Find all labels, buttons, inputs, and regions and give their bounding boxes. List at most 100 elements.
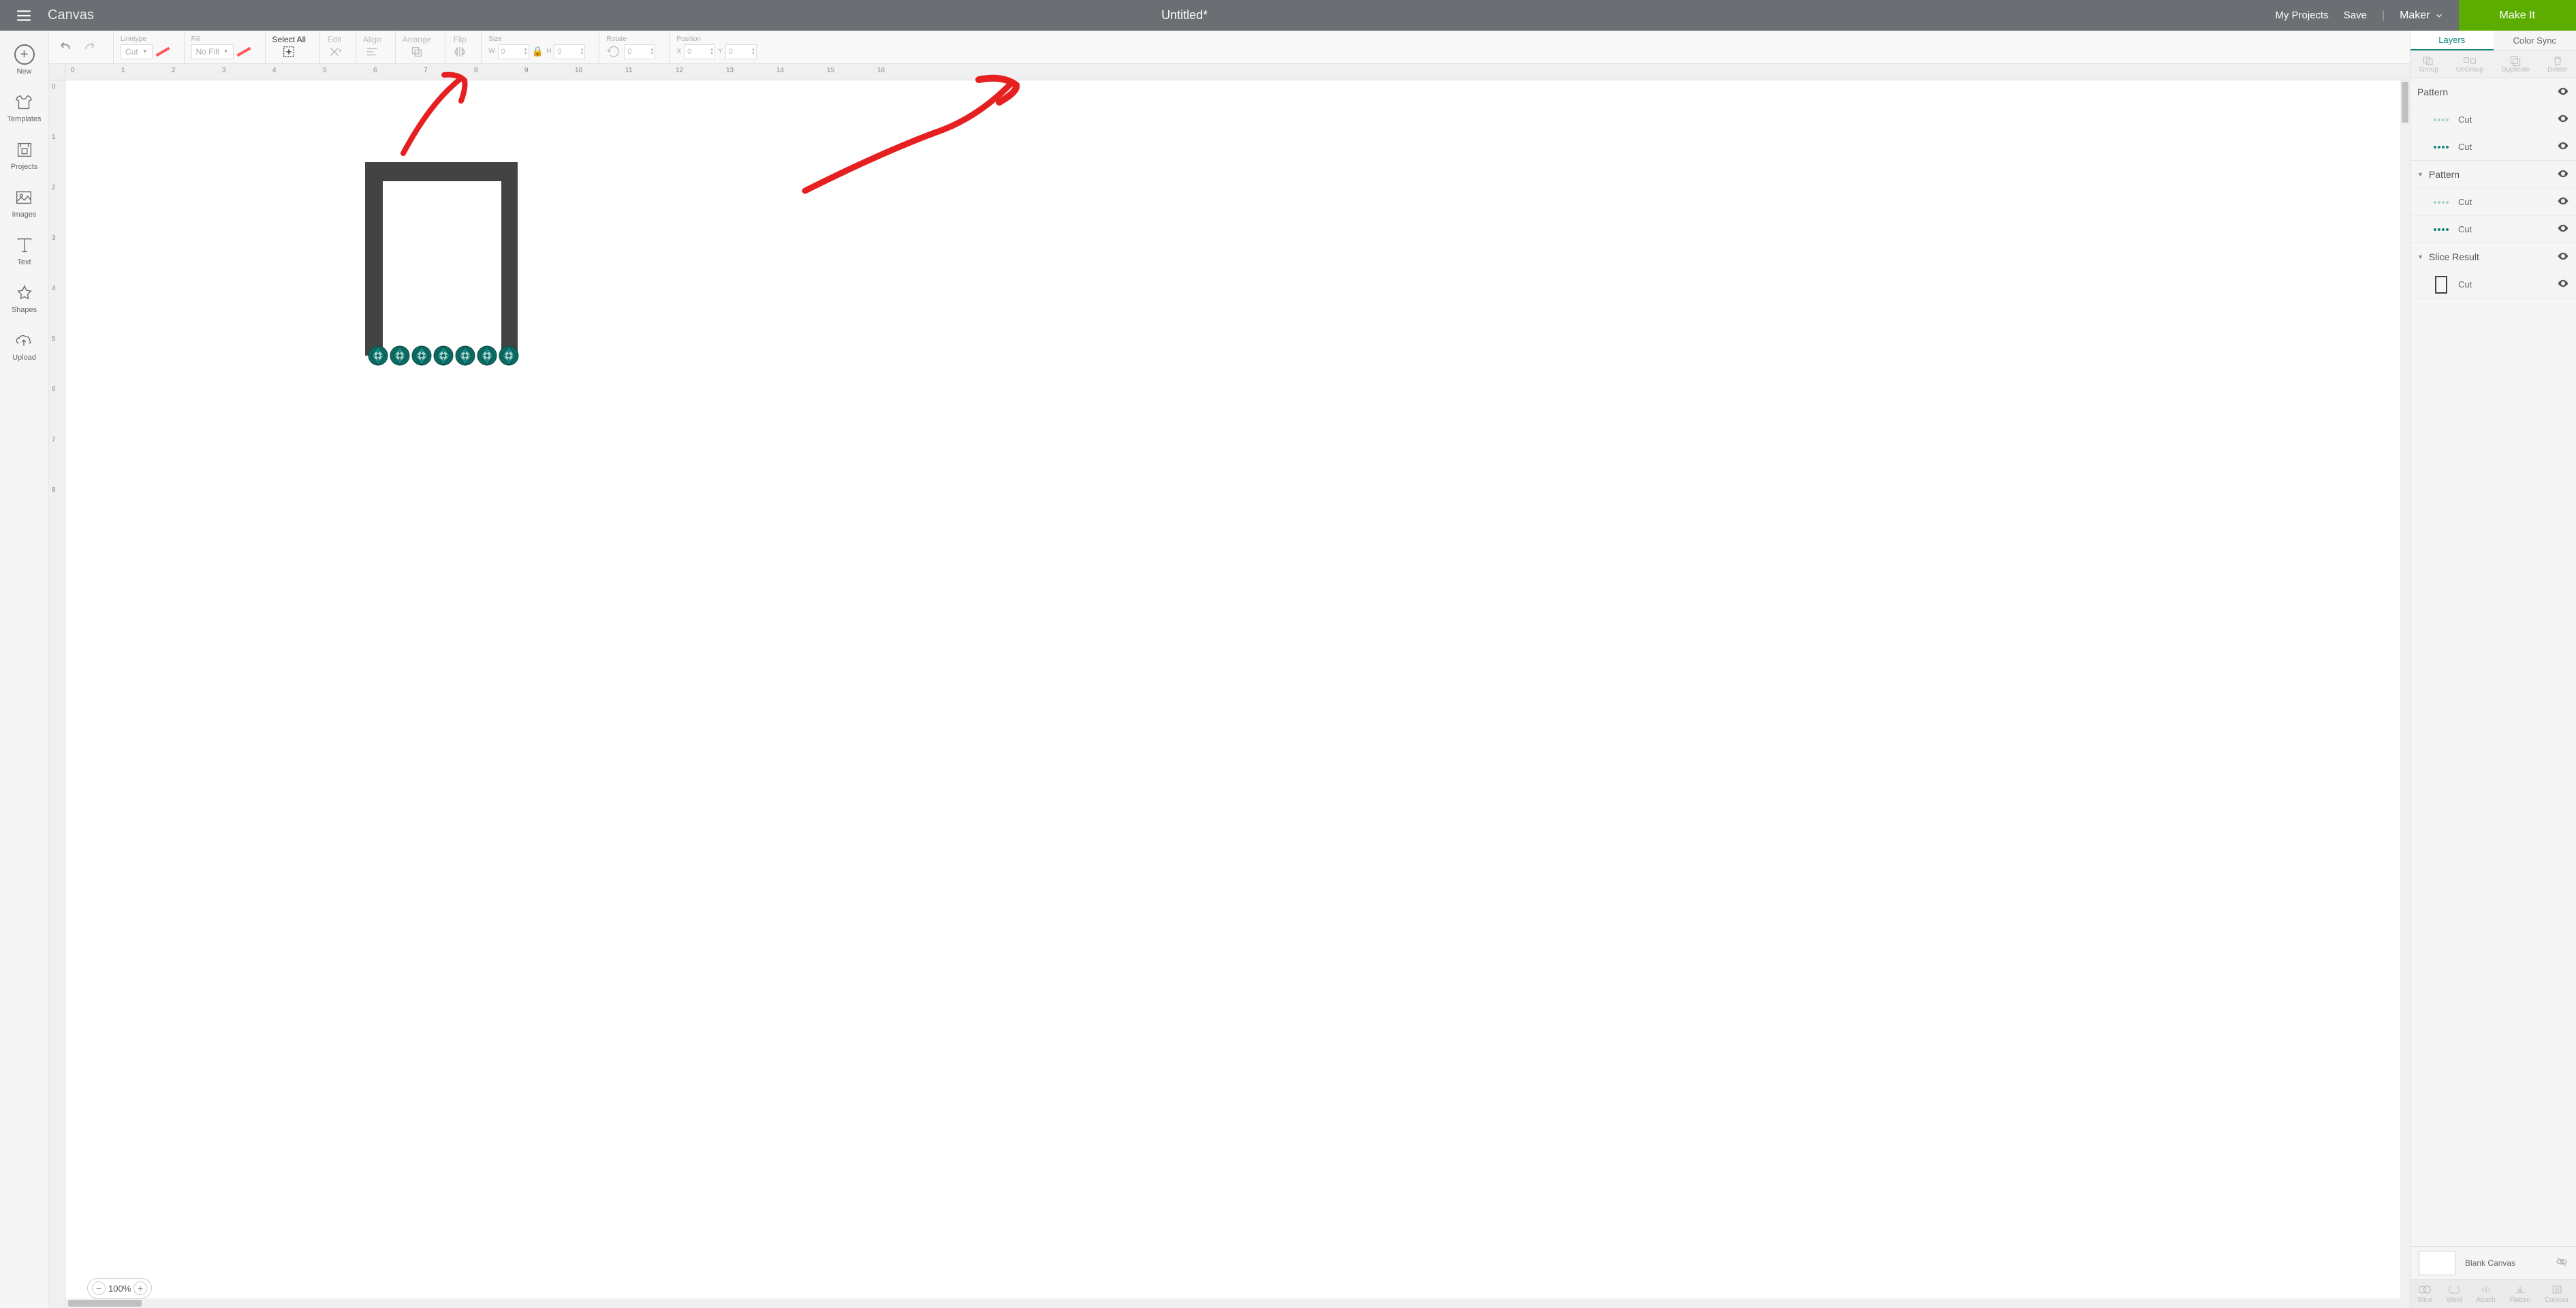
upload-label: Upload bbox=[12, 354, 36, 362]
app-title: Canvas bbox=[48, 7, 94, 23]
ruler-tick: 6 bbox=[373, 67, 377, 74]
sublayer[interactable]: Cut bbox=[2410, 106, 2576, 133]
eye-icon[interactable] bbox=[2557, 277, 2569, 292]
flip-group: Flip bbox=[445, 31, 474, 63]
y-input[interactable]: 0▲▼ bbox=[725, 44, 757, 59]
templates-button[interactable]: Templates bbox=[7, 87, 41, 129]
eye-off-icon[interactable] bbox=[2556, 1256, 2568, 1271]
layer-header[interactable]: ▼Pattern bbox=[2410, 161, 2576, 188]
align-icon[interactable] bbox=[364, 44, 379, 59]
ruler-tick: 3 bbox=[222, 67, 226, 74]
eye-icon[interactable] bbox=[2557, 168, 2569, 182]
x-input[interactable]: 0▲▼ bbox=[684, 44, 715, 59]
medallion-icon bbox=[411, 342, 433, 369]
eye-icon[interactable] bbox=[2557, 195, 2569, 209]
eye-icon[interactable] bbox=[2557, 140, 2569, 154]
canvas-area: 012345678910111213141516 012345678 bbox=[49, 64, 2410, 1308]
lock-icon[interactable]: 🔒 bbox=[532, 46, 544, 57]
y-label: Y bbox=[718, 48, 723, 55]
select-all-button[interactable]: Select All bbox=[272, 35, 306, 44]
menu-icon[interactable] bbox=[0, 7, 48, 25]
sublayer[interactable]: Cut bbox=[2410, 215, 2576, 243]
linetype-value: Cut bbox=[125, 47, 138, 57]
projects-button[interactable]: Projects bbox=[11, 134, 38, 176]
sublayer[interactable]: Cut bbox=[2410, 188, 2576, 215]
flatten-button[interactable]: Flatten bbox=[2510, 1284, 2531, 1304]
rotate-icon bbox=[606, 44, 621, 59]
sublayer-label: Cut bbox=[2458, 224, 2472, 234]
ungroup-button[interactable]: UnGroup bbox=[2456, 55, 2484, 74]
flip-icon[interactable] bbox=[452, 44, 467, 59]
tab-color-sync[interactable]: Color Sync bbox=[2494, 31, 2576, 50]
linetype-label: Linetype bbox=[121, 35, 170, 43]
eye-icon[interactable] bbox=[2557, 112, 2569, 127]
layer-header[interactable]: ▼Slice Result bbox=[2410, 243, 2576, 270]
ruler-tick: 12 bbox=[676, 67, 683, 74]
linetype-select[interactable]: Cut▼ bbox=[121, 44, 153, 59]
fill-swatch[interactable] bbox=[236, 46, 251, 56]
text-button[interactable]: Text bbox=[14, 230, 35, 272]
chevron-down-icon bbox=[2434, 11, 2444, 20]
canvas-name: Blank Canvas bbox=[2465, 1258, 2546, 1268]
redo-icon[interactable] bbox=[80, 40, 99, 54]
tab-layers[interactable]: Layers bbox=[2410, 31, 2494, 50]
height-input[interactable]: 0▲▼ bbox=[554, 44, 585, 59]
my-projects-link[interactable]: My Projects bbox=[2275, 10, 2328, 21]
canvas[interactable]: − 100% + bbox=[65, 80, 2410, 1308]
w-value: 0 bbox=[501, 48, 505, 56]
ungroup-label: UnGroup bbox=[2456, 66, 2484, 74]
text-icon bbox=[14, 235, 35, 255]
delete-button[interactable]: Delete bbox=[2547, 55, 2567, 74]
make-it-button[interactable]: Make It bbox=[2459, 0, 2576, 31]
images-button[interactable]: Images bbox=[12, 182, 36, 224]
fill-select[interactable]: No Fill▼ bbox=[191, 44, 234, 59]
scrollbar-vertical[interactable] bbox=[2400, 80, 2410, 1298]
new-label: New bbox=[16, 67, 31, 76]
new-button[interactable]: + New bbox=[14, 39, 35, 81]
width-input[interactable]: 0▲▼ bbox=[498, 44, 529, 59]
undo-icon[interactable] bbox=[56, 40, 75, 54]
sublayer[interactable]: Cut bbox=[2410, 270, 2576, 298]
scrollbar-horizontal[interactable] bbox=[65, 1298, 2410, 1308]
templates-label: Templates bbox=[7, 115, 41, 123]
fill-label: Fill bbox=[191, 35, 251, 43]
layer-header[interactable]: Pattern bbox=[2410, 78, 2576, 106]
arrange-icon[interactable] bbox=[409, 44, 424, 59]
zoom-in-button[interactable]: + bbox=[133, 1281, 147, 1295]
zoom-out-button[interactable]: − bbox=[92, 1281, 106, 1295]
upload-button[interactable]: Upload bbox=[12, 325, 36, 367]
sublayer[interactable]: Cut bbox=[2410, 133, 2576, 160]
blank-canvas-row[interactable]: Blank Canvas bbox=[2410, 1247, 2576, 1279]
sublayer-label: Cut bbox=[2458, 114, 2472, 125]
contour-button[interactable]: Contour bbox=[2545, 1284, 2569, 1304]
ruler-tick: 5 bbox=[52, 335, 56, 343]
group-button[interactable]: Group bbox=[2419, 55, 2438, 74]
align-label: Align bbox=[363, 35, 381, 44]
rotate-input[interactable]: 0▲▼ bbox=[624, 44, 655, 59]
ruler-tick: 0 bbox=[71, 67, 75, 74]
machine-selector[interactable]: Maker bbox=[2400, 10, 2443, 22]
x-label: X bbox=[676, 48, 681, 55]
shapes-button[interactable]: Shapes bbox=[12, 277, 37, 320]
document-title[interactable]: Untitled* bbox=[94, 8, 2276, 22]
duplicate-button[interactable]: Duplicate bbox=[2501, 55, 2530, 74]
eye-icon[interactable] bbox=[2557, 222, 2569, 236]
medallion-icon bbox=[498, 342, 520, 369]
weld-button[interactable]: Weld bbox=[2447, 1284, 2462, 1304]
save-button[interactable]: Save bbox=[2344, 10, 2367, 21]
ruler-tick: 2 bbox=[172, 67, 176, 74]
eye-icon[interactable] bbox=[2557, 250, 2569, 264]
tshirt-icon bbox=[14, 92, 34, 112]
edit-icon[interactable] bbox=[327, 44, 342, 59]
layer-group: Pattern Cut Cut bbox=[2410, 78, 2576, 161]
frame-object[interactable] bbox=[365, 162, 518, 356]
attach-button[interactable]: Attach bbox=[2476, 1284, 2495, 1304]
eye-icon[interactable] bbox=[2557, 85, 2569, 99]
slice-button[interactable]: Slice bbox=[2417, 1284, 2432, 1304]
flip-label: Flip bbox=[454, 35, 467, 44]
divider: | bbox=[2382, 10, 2385, 22]
make-it-label: Make It bbox=[2500, 10, 2535, 22]
select-all-icon[interactable] bbox=[281, 44, 296, 59]
linetype-swatch[interactable] bbox=[155, 46, 170, 56]
selectall-group: Select All bbox=[265, 31, 313, 63]
